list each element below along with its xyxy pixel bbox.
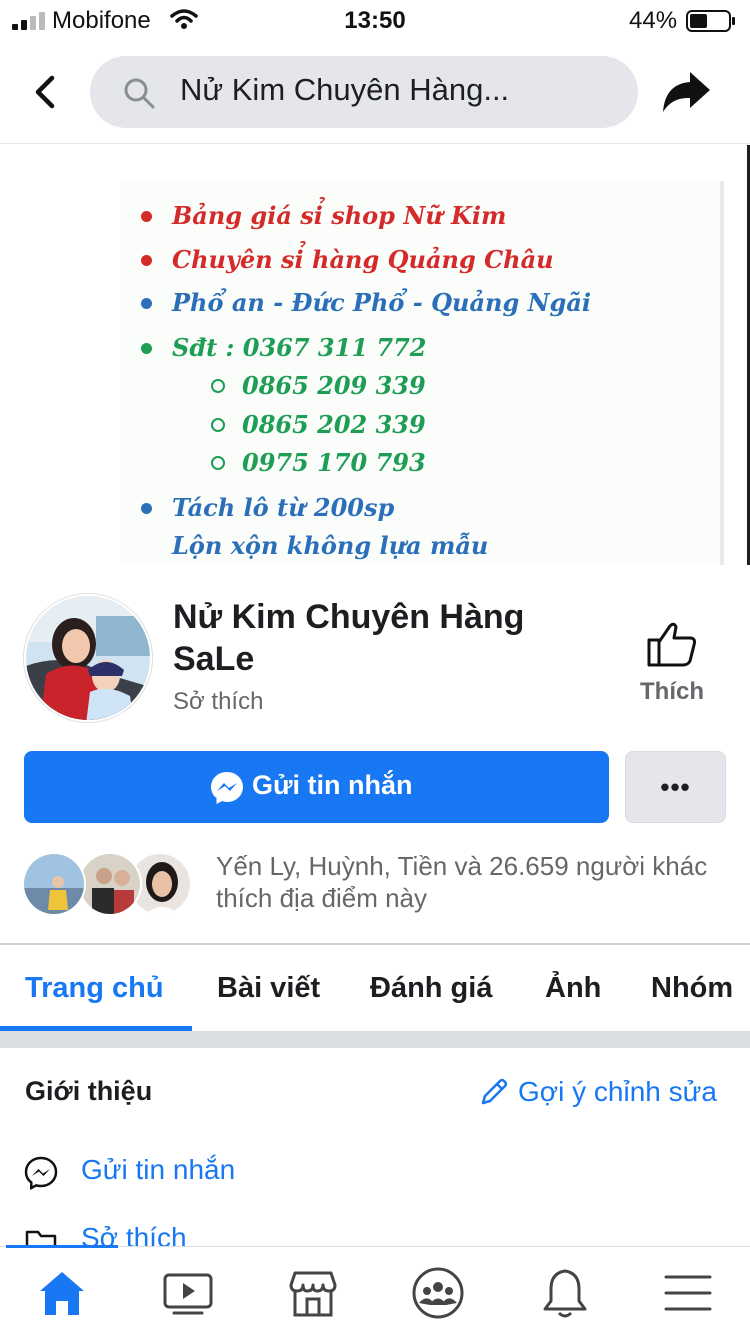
cover-text-line: Bảng giá sỉ shop Nữ Kim xyxy=(172,201,507,230)
bottom-navigation xyxy=(0,1246,750,1334)
messenger-icon xyxy=(211,772,243,804)
marketplace-icon xyxy=(289,1271,337,1317)
cover-bullet xyxy=(211,418,225,432)
tab-3[interactable]: Ảnh xyxy=(545,972,601,1005)
tabs-divider xyxy=(0,943,750,945)
cover-text-line: 0865 209 339 xyxy=(242,371,426,400)
cover-bullet xyxy=(211,456,225,470)
nav-home[interactable] xyxy=(34,1265,90,1321)
cover-text-line: 0865 202 339 xyxy=(242,410,426,439)
profile-avatar[interactable] xyxy=(24,594,152,722)
tab-0[interactable]: Trang chủ xyxy=(25,972,164,1005)
page-category: Sở thích xyxy=(173,688,264,715)
send-message-label: Gửi tin nhắn xyxy=(252,770,413,800)
tab-1[interactable]: Bài viết xyxy=(217,972,320,1005)
cover-text-line: Phổ an - Đức Phổ - Quảng Ngãi xyxy=(172,288,591,317)
nav-marketplace[interactable] xyxy=(285,1265,341,1321)
cover-bullet xyxy=(141,255,152,266)
notifications-icon xyxy=(543,1269,587,1318)
nav-groups[interactable] xyxy=(410,1265,466,1321)
cover-bullet xyxy=(141,503,152,514)
back-button[interactable] xyxy=(28,70,64,114)
like-button[interactable]: Thích xyxy=(630,620,714,716)
scroll-indicator xyxy=(6,1245,118,1248)
friend-photo xyxy=(80,854,140,914)
avatar-image xyxy=(26,596,150,720)
friend-photo xyxy=(24,854,84,914)
cover-text-line: Sđt : 0367 311 772 xyxy=(172,333,427,362)
cover-photo[interactable]: Bảng giá sỉ shop Nữ Kim Chuyên sỉ hàng Qu… xyxy=(0,145,750,565)
suggest-edit-label: Gợi ý chỉnh sửa xyxy=(518,1076,717,1107)
battery-icon xyxy=(686,10,735,32)
cover-text-line: 0975 170 793 xyxy=(242,448,426,477)
groups-icon xyxy=(412,1267,464,1319)
nav-notifications[interactable] xyxy=(537,1265,593,1321)
watch-icon xyxy=(163,1273,213,1315)
section-separator xyxy=(0,1031,750,1048)
status-bar: Mobifone 13:50 44% xyxy=(0,0,750,40)
friend-avatar[interactable] xyxy=(78,852,142,916)
menu-icon xyxy=(664,1275,712,1311)
cover-text-line: Tách lô từ 200sp xyxy=(172,493,395,522)
search-icon xyxy=(124,78,155,109)
cover-text-line: Chuyên sỉ hàng Quảng Châu xyxy=(172,245,554,274)
intro-title: Giới thiệu xyxy=(25,1076,153,1106)
like-label: Thích xyxy=(640,678,704,705)
search-bar[interactable]: Nử Kim Chuyên Hàng... xyxy=(90,56,638,128)
cover-bullet xyxy=(141,298,152,309)
messenger-icon xyxy=(24,1156,58,1190)
battery-percent: 44% xyxy=(629,7,678,34)
search-text: Nử Kim Chuyên Hàng... xyxy=(180,72,510,107)
intro-send-message[interactable]: Gửi tin nhắn xyxy=(24,1152,424,1192)
more-options-button[interactable]: ••• xyxy=(625,751,726,823)
more-options-icon: ••• xyxy=(660,772,691,802)
pencil-icon xyxy=(481,1078,508,1105)
friend-avatar[interactable] xyxy=(22,852,86,916)
cover-bullet xyxy=(141,343,152,354)
intro-row-label: Gửi tin nhắn xyxy=(81,1154,236,1185)
cover-bullet xyxy=(211,379,225,393)
likers-summary[interactable]: Yến Ly, Huỳnh, Tiền và 26.659 người khác… xyxy=(216,850,716,914)
home-icon xyxy=(40,1272,84,1315)
page-name: Nử Kim Chuyên Hàng SaLe xyxy=(173,598,525,678)
nav-watch[interactable] xyxy=(160,1265,216,1321)
top-bar: Nử Kim Chuyên Hàng... xyxy=(0,40,750,144)
nav-menu[interactable] xyxy=(660,1265,716,1321)
tab-2[interactable]: Đánh giá xyxy=(370,972,492,1005)
cover-bullet xyxy=(141,211,152,222)
send-message-button[interactable]: Gửi tin nhắn xyxy=(24,751,609,823)
thumbs-up-icon xyxy=(647,622,696,667)
share-button[interactable] xyxy=(660,68,712,116)
cover-text-line: Lộn xộn không lựa mẫu xyxy=(172,531,489,560)
tab-4[interactable]: Nhóm xyxy=(651,972,733,1005)
